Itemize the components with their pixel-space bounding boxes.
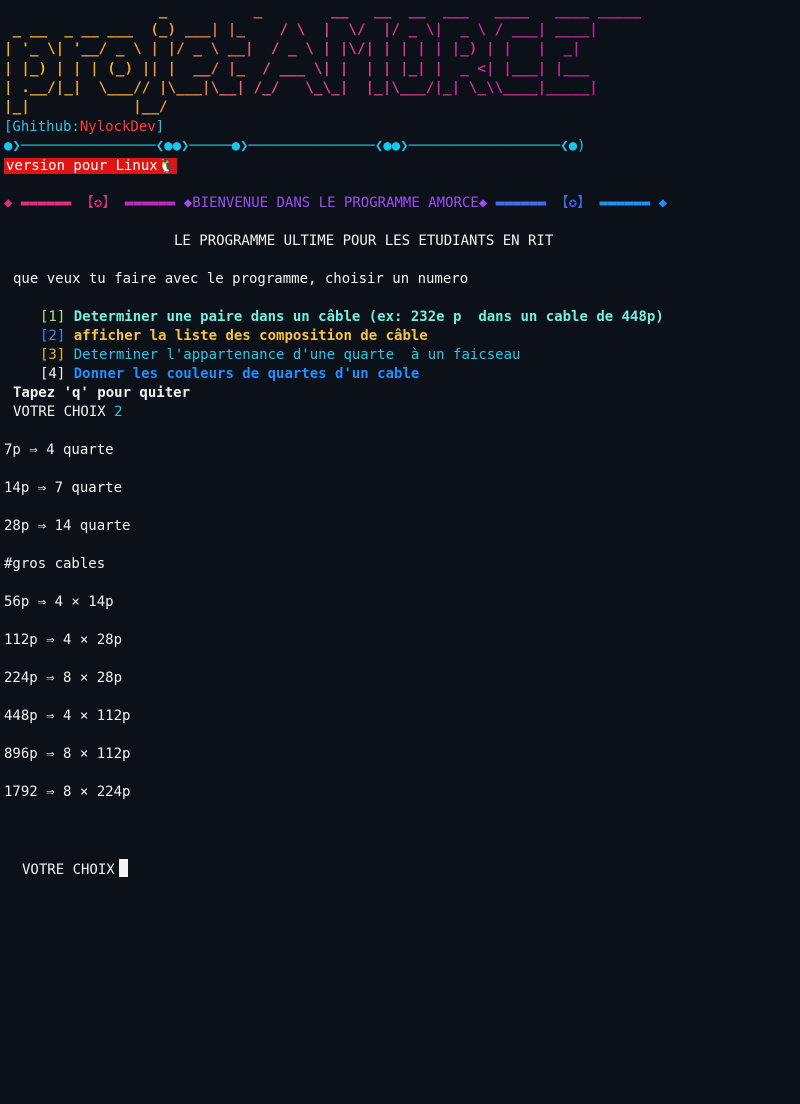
quit-hint: Tapez 'q' pour quiter (13, 385, 191, 401)
menu-item-2: [2] afficher la liste des composition de… (40, 327, 428, 346)
github-line: [Ghithub:NylockDev] (4, 118, 164, 137)
menu-number: [2] (40, 328, 66, 344)
banner-line: |_| |__/ (4, 99, 168, 116)
menu-label: Determiner une paire dans un câble (ex: … (73, 309, 664, 325)
version-line: version pour Linux🐧 (4, 157, 178, 176)
version-badge: version pour Linux🐧 (4, 158, 178, 174)
menu-number: [1] (40, 309, 66, 325)
menu-label: Determiner l'appartenance d'une quarte à… (73, 347, 521, 363)
timeline-decoration: ●❯────────────────❮●●❯─────●❯───────────… (4, 138, 586, 154)
menu-item-3: [3] Determiner l'appartenance d'une quar… (40, 346, 520, 365)
menu-number: [3] (40, 347, 66, 363)
bar-decoration: ▬▬▬▬▬▬ (599, 195, 651, 211)
star-mark-icon: 【✪】 (554, 195, 592, 211)
output-line: 28p ⇒ 14 quarte (4, 518, 131, 534)
github-user: NylockDev (79, 119, 156, 135)
bar-decoration: ▬▬▬▬▬▬ (495, 195, 547, 211)
choice-label: VOTRE CHOIX (13, 404, 106, 420)
star-mark-icon: 【✪】 (79, 195, 117, 211)
welcome-line: ◆ ▬▬▬▬▬▬ 【✪】 ▬▬▬▬▬▬ ◆BIENVENUE DANS LE P… (4, 194, 667, 213)
bar-decoration: ▬▬▬▬▬▬ (124, 195, 176, 211)
choice-line: VOTRE CHOIX 2 (13, 403, 123, 422)
github-close: ] (155, 119, 165, 135)
welcome-text: ◆BIENVENUE DANS LE PROGRAMME AMORCE◆ (183, 195, 488, 211)
page-subtitle: LE PROGRAMME ULTIME POUR LES ETUDIANTS E… (174, 233, 554, 249)
choice-value: 2 (114, 404, 123, 420)
output-line: 7p ⇒ 4 quarte (4, 442, 114, 458)
output-line: 224p ⇒ 8 × 28p (4, 670, 123, 686)
menu-label: afficher la liste des composition de câb… (73, 328, 428, 344)
text-cursor[interactable] (118, 859, 128, 877)
diamond-icon: ◆ (658, 195, 667, 211)
banner-line: | '_ \| '__/ _ \ | |/ _ \ __| / _ \ | |\… (4, 41, 581, 58)
output-line: 448p ⇒ 4 × 112p (4, 708, 131, 724)
output-line: #gros cables (4, 556, 106, 572)
menu-item-4: [4] Donner les couleurs de quartes d'un … (40, 365, 419, 384)
menu-number: [4] (40, 366, 66, 382)
final-prompt-line[interactable]: VOTRE CHOIX (22, 859, 128, 880)
github-open: [Ghithub: (4, 119, 80, 135)
output-line: 56p ⇒ 4 × 14p (4, 594, 114, 610)
output-line: 14p ⇒ 7 quarte (4, 480, 123, 496)
bar-decoration: ▬▬▬▬▬▬ (20, 195, 72, 211)
output-line: 896p ⇒ 8 × 112p (4, 746, 131, 762)
output-line: 1792 ⇒ 8 × 224p (4, 784, 131, 800)
prompt-question: que veux tu faire avec le programme, cho… (13, 271, 469, 287)
menu-item-1: [1] Determiner une paire dans un câble (… (40, 308, 664, 327)
output-line: 112p ⇒ 4 × 28p (4, 632, 123, 648)
banner-line: | |_) | | | (_) || | __/ |_ / ___ \| | |… (4, 60, 590, 77)
banner-line: _ __ _ __ ___ (_) ___| |_ / \ | \/ |/ _ … (4, 22, 598, 39)
diamond-icon: ◆ (4, 195, 13, 211)
menu-label: Donner les couleurs de quartes d'un cabl… (73, 366, 420, 382)
banner-line: _ _ __ __ __ ___ ____ ____ _____ (4, 3, 641, 19)
final-prompt-label: VOTRE CHOIX (22, 862, 115, 878)
ascii-art-banner: _ _ __ __ __ ___ ____ ____ _____ _ __ _ … (4, 2, 641, 117)
banner-line: | .__/|_| \___// |\___|\__| /_/ \_\_| |_… (4, 79, 598, 96)
